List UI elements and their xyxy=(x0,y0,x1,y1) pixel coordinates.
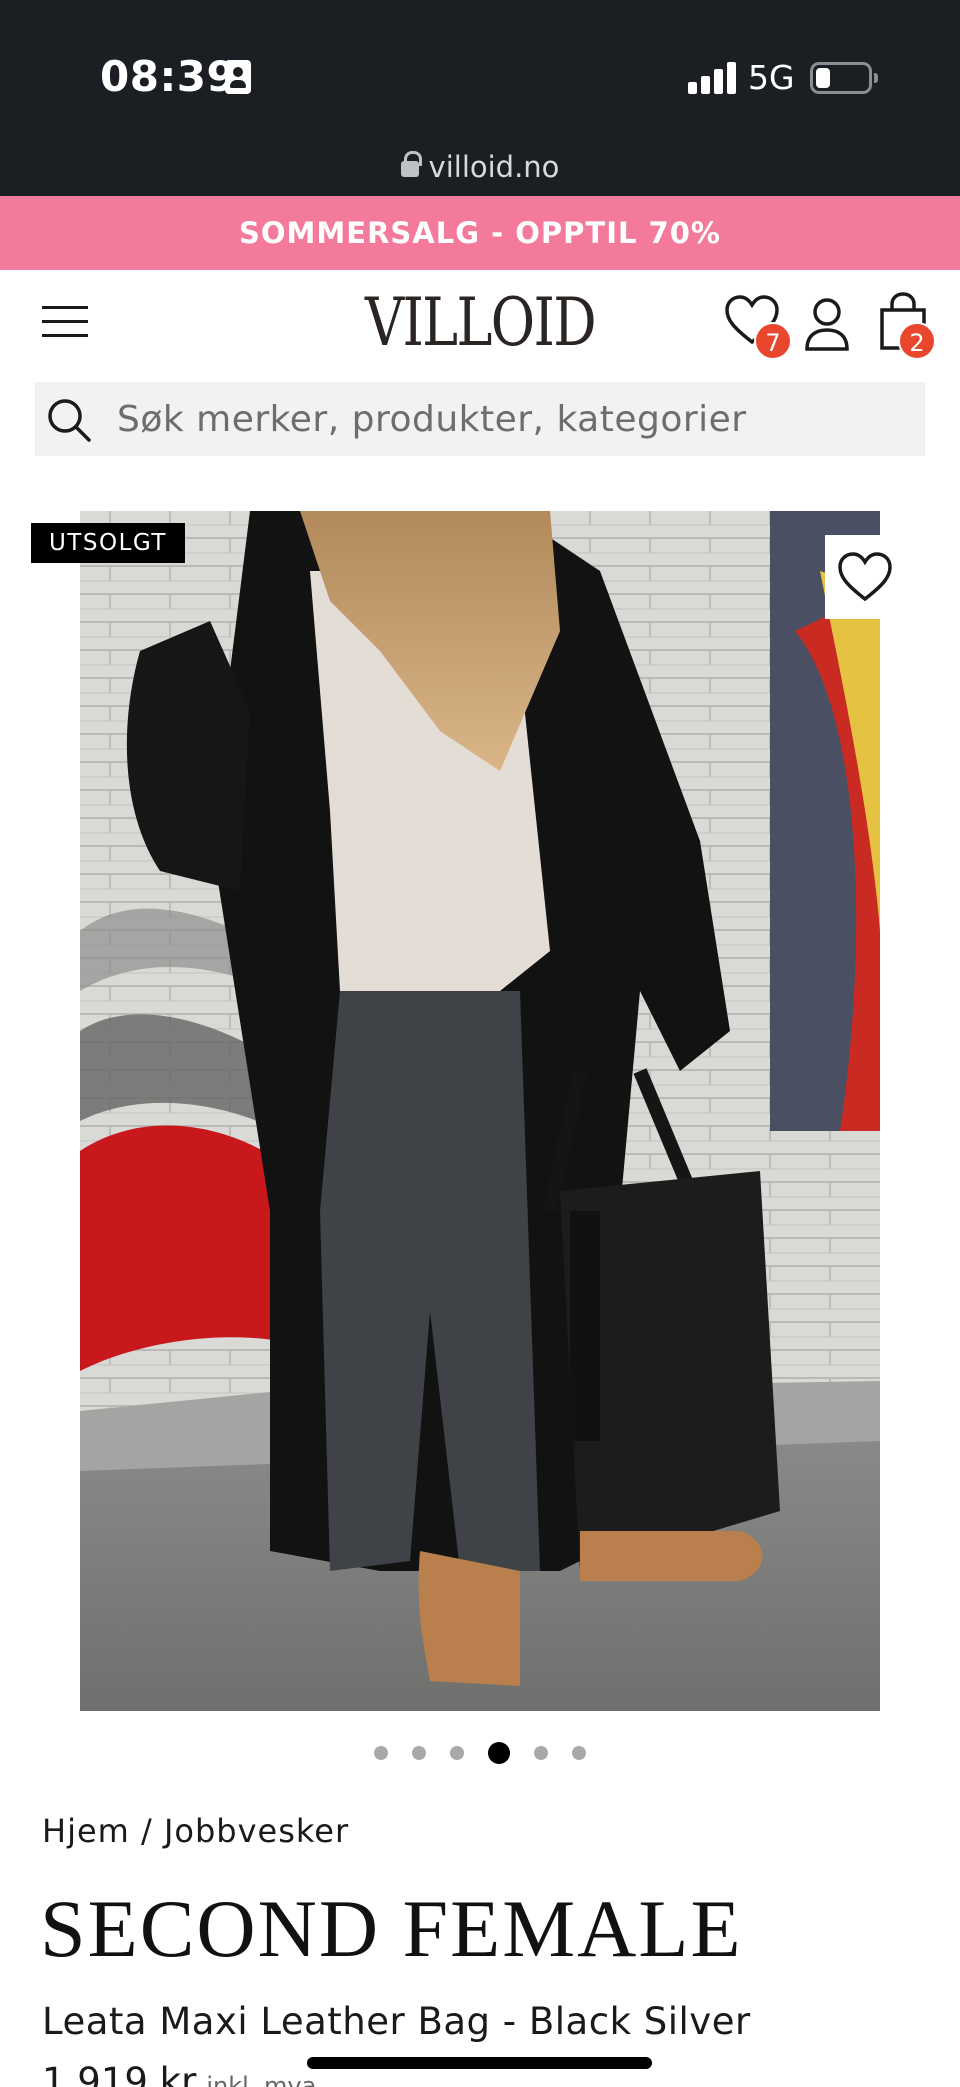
lock-icon xyxy=(400,151,422,177)
menu-icon[interactable] xyxy=(42,302,88,340)
url-text: villoid.no xyxy=(428,150,560,184)
carousel-dot[interactable] xyxy=(412,1746,426,1760)
account-button[interactable] xyxy=(803,296,851,356)
home-indicator[interactable] xyxy=(307,2057,652,2069)
carousel-dot-active[interactable] xyxy=(488,1742,510,1764)
carousel-dot[interactable] xyxy=(534,1746,548,1760)
status-bar: 08:39 5G villoid.no xyxy=(0,0,960,196)
promo-banner[interactable]: SOMMERSALG - OPPTIL 70% xyxy=(0,196,960,270)
carousel-dot[interactable] xyxy=(572,1746,586,1760)
price-vat-note: inkl. mva xyxy=(206,2072,317,2087)
product-brand[interactable]: SECOND FEMALE xyxy=(40,1882,743,1976)
carousel-dots xyxy=(0,1742,960,1764)
price-value: 1 919 kr xyxy=(42,2060,197,2087)
breadcrumb[interactable]: Hjem / Jobbvesker xyxy=(42,1812,349,1850)
product-title: Leata Maxi Leather Bag - Black Silver xyxy=(42,2000,751,2043)
product-price: 1 919 kr inkl. mva xyxy=(42,2060,316,2087)
carousel-dot[interactable] xyxy=(450,1746,464,1760)
site-header: VILLOID 7 2 xyxy=(0,270,960,380)
search-icon xyxy=(48,399,91,442)
heart-icon xyxy=(838,552,892,602)
user-icon xyxy=(805,298,849,351)
status-time: 08:39 xyxy=(100,52,237,101)
carousel-dot[interactable] xyxy=(374,1746,388,1760)
wishlist-button[interactable]: 7 xyxy=(724,294,792,360)
cart-count-badge: 2 xyxy=(898,322,936,360)
sold-out-badge: UTSOLGT xyxy=(31,523,185,563)
search-input[interactable] xyxy=(117,382,907,456)
network-type: 5G xyxy=(748,58,795,97)
signal-icon xyxy=(688,62,736,94)
product-photo-illustration xyxy=(80,511,880,1711)
address-bar[interactable]: villoid.no xyxy=(0,150,960,184)
add-to-wishlist-button[interactable] xyxy=(825,535,905,619)
product-image[interactable] xyxy=(80,511,880,1711)
wishlist-count-badge: 7 xyxy=(754,322,792,360)
cart-button[interactable]: 2 xyxy=(878,292,936,360)
id-card-icon xyxy=(225,60,251,94)
battery-icon xyxy=(810,62,878,94)
search-bar[interactable] xyxy=(35,382,925,456)
